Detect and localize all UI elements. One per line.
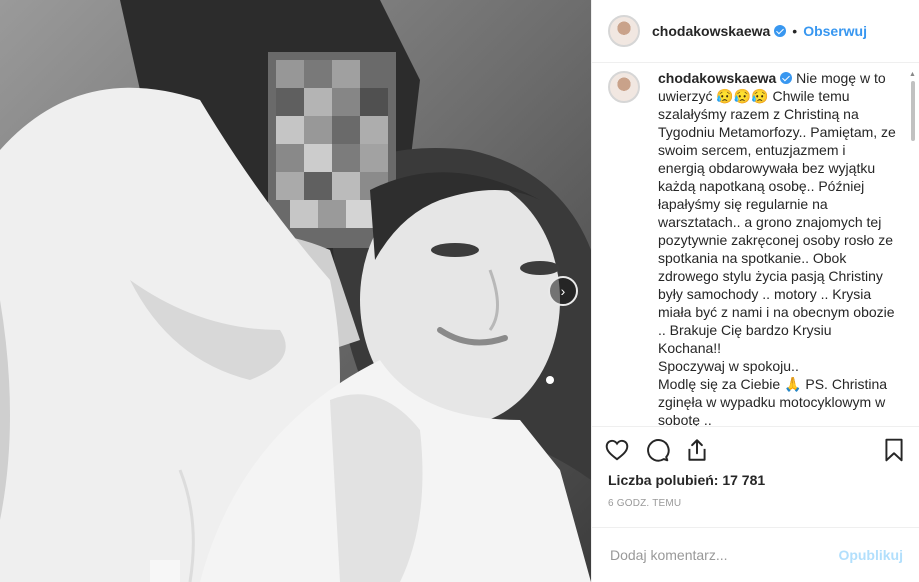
scroll-up-arrow-icon[interactable]: ▲ [909, 71, 916, 78]
action-bar [592, 425, 919, 474]
add-comment-bar: Opublikuj [592, 526, 919, 582]
post-header: chodakowskaewa • Obserwuj [592, 0, 919, 64]
post-timestamp[interactable]: 6 godz. temu [592, 498, 919, 509]
caption-avatar[interactable] [608, 71, 640, 104]
caption-text: chodakowskaewa Nie mogę w to uwierzyć 😥😥… [658, 69, 896, 426]
comments-area[interactable]: chodakowskaewa Nie mogę w to uwierzyć 😥😥… [592, 63, 919, 426]
caption-verified-badge-icon [780, 72, 793, 85]
chevron-right-icon: › [560, 283, 566, 299]
bookmark-icon[interactable] [881, 437, 907, 463]
photo-illustration [0, 0, 591, 582]
post-photo[interactable]: › [0, 0, 591, 582]
verified-badge-icon [774, 25, 787, 38]
avatar[interactable] [608, 15, 640, 48]
comments-scrollbar[interactable]: ▲ [909, 71, 917, 191]
post-sidebar: chodakowskaewa • Obserwuj chodakowskaewa… [591, 0, 919, 582]
heart-icon[interactable] [604, 437, 630, 463]
share-icon[interactable] [684, 437, 710, 463]
caption-body: Nie mogę w to uwierzyć 😥😥😥 Chwile temu s… [658, 70, 896, 426]
comment-input[interactable] [608, 545, 839, 564]
header-separator: • [792, 23, 798, 40]
scrollbar-thumb[interactable] [911, 81, 915, 142]
next-photo-button[interactable]: › [548, 276, 578, 306]
username-link[interactable]: chodakowskaewa [652, 23, 770, 39]
comment-icon[interactable] [644, 437, 670, 463]
instagram-post: › chodakowskaewa • Obserwuj chodakowskae… [0, 0, 919, 582]
publish-button[interactable]: Opublikuj [838, 547, 903, 563]
caption-username-link[interactable]: chodakowskaewa [658, 70, 776, 86]
likes-count[interactable]: Liczba polubień: 17 781 [592, 472, 919, 488]
caption: chodakowskaewa Nie mogę w to uwierzyć 😥😥… [608, 69, 903, 426]
follow-button[interactable]: Obserwuj [803, 23, 867, 39]
